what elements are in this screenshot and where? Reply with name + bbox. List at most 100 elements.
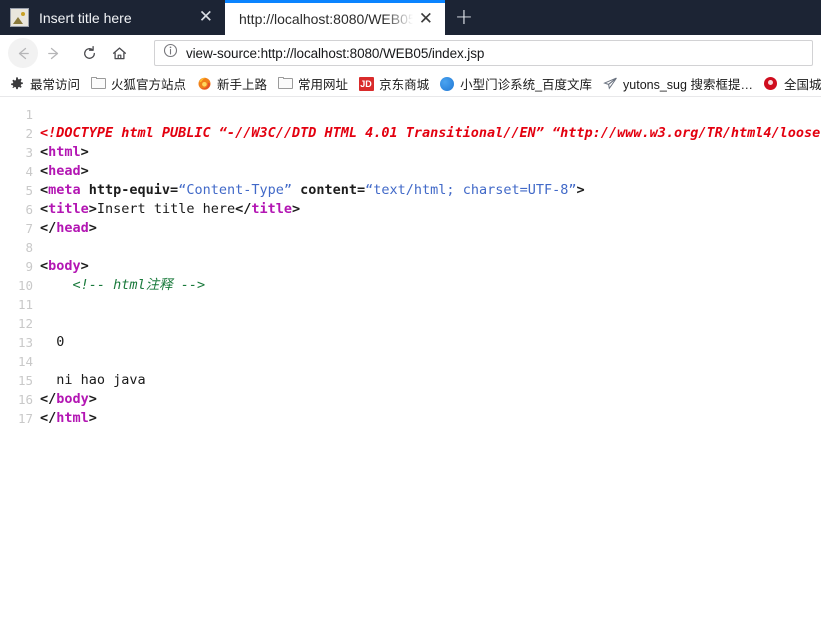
token-punct: > (88, 410, 97, 426)
token-val: “text/html; charset=UTF-8” (365, 182, 577, 198)
source-code-lines: 1 2 <!DOCTYPE html PUBLIC “-//W3C//DTD HTM… (0, 105, 821, 428)
line-code: <head> (40, 162, 821, 181)
address-bar-url: view-source:http://localhost:8080/WEB05/… (186, 45, 485, 61)
token-tag: html (48, 144, 81, 160)
line-number: 13 (17, 335, 33, 350)
token-punct: > (576, 182, 585, 198)
tab-title: http://localhost:8080/WEB05/ind (239, 11, 415, 27)
source-line: 8 (0, 238, 821, 257)
token-punct: > (88, 391, 97, 407)
close-icon[interactable]: ✕ (415, 10, 437, 28)
line-number: 2 (25, 126, 33, 141)
firefox-icon (196, 76, 212, 92)
browser-tab-active[interactable]: http://localhost:8080/WEB05/ind ✕ (225, 0, 445, 35)
line-code: <!DOCTYPE html PUBLIC “-//W3C//DTD HTML … (40, 124, 821, 143)
home-icon (112, 46, 126, 59)
token-attr: http-equiv= (80, 182, 179, 198)
line-code: 0 (40, 333, 821, 352)
source-line: 17 </html> (0, 409, 821, 428)
close-icon[interactable]: ✕ (195, 9, 217, 26)
forward-button[interactable] (38, 38, 68, 68)
home-button[interactable] (104, 38, 134, 68)
address-bar[interactable]: view-source:http://localhost:8080/WEB05/… (154, 40, 813, 66)
broken-image-icon (10, 8, 29, 27)
token-punct: > (292, 201, 301, 217)
token-punct: < (40, 258, 49, 274)
info-circle-icon[interactable] (163, 43, 178, 63)
bookmark-label: 小型门诊系统_百度文库 (460, 78, 593, 92)
jd-icon: JD (358, 76, 374, 91)
bookmark-yutons-sug[interactable]: yutons_sug 搜索框提… (597, 73, 758, 94)
bookmark-national-cities[interactable]: 全国城市 (758, 73, 821, 94)
token-punct: </ (40, 220, 57, 236)
bookmark-label: 最常访问 (30, 78, 81, 92)
line-code: <title>Insert title here</title> (40, 200, 821, 219)
gear-icon (9, 76, 25, 92)
bookmark-label: 常用网址 (298, 78, 349, 92)
token-text: Insert title here (96, 201, 236, 217)
token-tag: head (48, 163, 81, 179)
token-punct: </ (40, 410, 57, 426)
token-text: ni hao java (40, 372, 146, 388)
line-number: 6 (25, 202, 33, 217)
source-line: 6 <title>Insert title here</title> (0, 200, 821, 219)
line-number: 4 (25, 164, 33, 179)
token-tag: head (56, 220, 89, 236)
bookmark-label: 全国城市 (783, 78, 821, 92)
source-line: 3 <html> (0, 143, 821, 162)
line-code: </body> (40, 390, 821, 409)
view-source-pane: 1 2 <!DOCTYPE html PUBLIC “-//W3C//DTD HTM… (0, 97, 821, 625)
source-line: 16 </body> (0, 390, 821, 409)
token-punct: < (40, 201, 49, 217)
line-number: 8 (25, 240, 33, 255)
line-number: 15 (17, 373, 33, 388)
line-number: 17 (17, 411, 33, 426)
folder-icon (277, 76, 293, 92)
tab-strip: Insert title here ✕ http://localhost:808… (0, 0, 821, 35)
source-line: 4 <head> (0, 162, 821, 181)
reload-button[interactable] (74, 38, 104, 68)
line-code: <!-- html注释 --> (40, 276, 821, 295)
source-line: 12 (0, 314, 821, 333)
line-number: 9 (25, 259, 33, 274)
token-punct: > (80, 258, 89, 274)
line-number: 12 (17, 316, 33, 331)
line-number: 3 (25, 145, 33, 160)
browser-tab-inactive[interactable]: Insert title here ✕ (0, 0, 225, 35)
bookmark-baidu-wenku[interactable]: 小型门诊系统_百度文库 (434, 73, 597, 94)
line-code: <html> (40, 143, 821, 162)
token-punct: < (40, 182, 49, 198)
bookmark-common-sites[interactable]: 常用网址 (272, 73, 353, 94)
bookmark-firefox-official[interactable]: 火狐官方站点 (85, 73, 191, 94)
line-code: <body> (40, 257, 821, 276)
red-circle-icon (763, 76, 779, 92)
new-tab-button[interactable]: + (445, 0, 483, 35)
token-tag: html (56, 410, 89, 426)
token-attr: content= (292, 182, 366, 198)
source-line: 7 </head> (0, 219, 821, 238)
back-button[interactable] (8, 38, 38, 68)
token-punct: </ (40, 391, 57, 407)
bookmark-label: 火狐官方站点 (111, 78, 187, 92)
tab-title: Insert title here (39, 9, 132, 26)
token-punct: < (40, 163, 49, 179)
bookmark-jd[interactable]: JD 京东商城 (353, 73, 434, 94)
token-punct: > (80, 144, 89, 160)
token-punct: > (88, 220, 97, 236)
token-tag: body (48, 258, 81, 274)
bookmark-getting-started[interactable]: 新手上路 (191, 73, 272, 94)
line-number: 14 (17, 354, 33, 369)
source-line: 15 ni hao java (0, 371, 821, 390)
bookmark-label: 新手上路 (217, 78, 268, 92)
source-line: 14 (0, 352, 821, 371)
token-punct: </ (235, 201, 252, 217)
reload-icon (83, 45, 95, 59)
line-number: 10 (17, 278, 33, 293)
line-number: 1 (25, 107, 33, 122)
line-number: 11 (17, 297, 33, 312)
bookmark-most-visited[interactable]: 最常访问 (4, 73, 85, 94)
